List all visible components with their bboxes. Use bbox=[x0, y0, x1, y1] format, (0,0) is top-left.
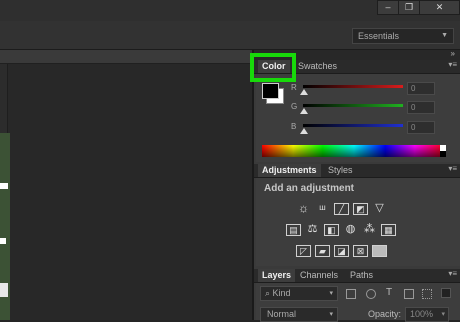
opacity-label: Opacity: bbox=[368, 309, 402, 319]
document-tab-bar[interactable] bbox=[0, 50, 252, 64]
invert-icon[interactable]: ◸ bbox=[296, 245, 311, 257]
color-lookup-icon[interactable]: ▦ bbox=[381, 224, 396, 236]
dropdown-arrow-icon: ▾ bbox=[329, 290, 333, 297]
curves-icon[interactable]: ╱ bbox=[334, 203, 349, 215]
highlight-box bbox=[250, 53, 296, 82]
black-white-ramp[interactable] bbox=[440, 145, 446, 157]
tab-swatches[interactable]: Swatches bbox=[294, 60, 341, 73]
maximize-button[interactable]: ❐ bbox=[398, 0, 420, 15]
collapse-panels-icon[interactable]: » bbox=[451, 49, 455, 58]
search-icon: ⌕ bbox=[265, 288, 273, 298]
photo-filter-icon[interactable]: ◍ bbox=[343, 224, 358, 236]
hue-saturation-icon[interactable]: ▤ bbox=[286, 224, 301, 236]
threshold-icon[interactable]: ◪ bbox=[334, 245, 349, 257]
dropdown-arrow-icon: ▾ bbox=[329, 311, 333, 318]
color-balance-icon[interactable]: ⚖ bbox=[305, 224, 320, 236]
filter-adjustment-icon[interactable] bbox=[366, 289, 376, 299]
adjustments-panel-tabs: Adjustments Styles ▾≡ bbox=[254, 164, 460, 178]
minimize-button[interactable]: – bbox=[377, 0, 399, 15]
blue-value-input[interactable]: 0 bbox=[407, 121, 435, 134]
green-slider-track[interactable] bbox=[303, 104, 403, 107]
green-value-input[interactable]: 0 bbox=[407, 101, 435, 114]
adjustments-heading: Add an adjustment bbox=[264, 183, 355, 194]
exposure-icon[interactable]: ◩ bbox=[353, 203, 368, 215]
image-detail bbox=[0, 238, 6, 244]
spectrum-shade bbox=[262, 145, 446, 157]
levels-icon[interactable]: ш bbox=[315, 203, 330, 215]
workspace-select[interactable]: Essentials ▼ bbox=[352, 28, 454, 44]
blue-label: B bbox=[291, 122, 297, 131]
filter-smart-object-icon[interactable] bbox=[422, 289, 432, 299]
close-button[interactable]: ✕ bbox=[419, 0, 460, 15]
blend-mode-label: Normal bbox=[267, 309, 297, 319]
selective-color-icon[interactable]: ⊠ bbox=[353, 245, 368, 257]
posterize-icon[interactable]: ▰ bbox=[315, 245, 330, 257]
gradient-map-icon[interactable] bbox=[372, 245, 387, 257]
blue-slider-track[interactable] bbox=[303, 124, 403, 127]
canvas-area[interactable] bbox=[0, 64, 252, 320]
minimize-icon: – bbox=[385, 2, 391, 12]
filter-pixel-icon[interactable] bbox=[346, 289, 356, 299]
blue-slider-thumb[interactable] bbox=[300, 128, 308, 134]
red-label: R bbox=[291, 83, 297, 92]
panel-menu-icon[interactable]: ▾≡ bbox=[448, 60, 457, 69]
maximize-icon: ❐ bbox=[404, 2, 414, 12]
image-detail bbox=[0, 283, 8, 297]
filter-type-icon[interactable]: T bbox=[386, 287, 392, 298]
close-icon: ✕ bbox=[435, 2, 444, 12]
tab-layers[interactable]: Layers bbox=[258, 269, 296, 282]
filter-kind-label: Kind bbox=[272, 288, 291, 298]
layers-panel-tabs: Layers Channels Paths ▾≡ bbox=[254, 269, 460, 283]
dropdown-arrow-icon: ▾ bbox=[441, 311, 445, 318]
color-spectrum-ramp[interactable] bbox=[262, 145, 446, 157]
red-value-input[interactable]: 0 bbox=[407, 82, 435, 95]
filter-shape-icon[interactable] bbox=[404, 289, 414, 299]
foreground-color-swatch[interactable] bbox=[262, 83, 279, 99]
channel-mixer-icon[interactable]: ⁂ bbox=[362, 224, 377, 236]
opacity-value: 100% bbox=[410, 309, 434, 319]
green-slider-thumb[interactable] bbox=[300, 108, 308, 114]
green-label: G bbox=[291, 102, 298, 111]
dropdown-arrow-icon: ▼ bbox=[441, 32, 448, 39]
panel-menu-icon[interactable]: ▾≡ bbox=[448, 269, 457, 278]
image-detail bbox=[0, 183, 8, 189]
tab-channels[interactable]: Channels bbox=[296, 269, 342, 282]
panel-menu-icon[interactable]: ▾≡ bbox=[448, 164, 457, 173]
document-image[interactable] bbox=[0, 133, 10, 320]
tab-styles[interactable]: Styles bbox=[324, 164, 357, 177]
brightness-icon[interactable]: ☼ bbox=[296, 202, 311, 215]
red-slider-track[interactable] bbox=[303, 85, 403, 88]
black-white-icon[interactable]: ◧ bbox=[324, 224, 339, 236]
tab-adjustments[interactable]: Adjustments bbox=[258, 164, 321, 177]
vibrance-icon[interactable]: ▽ bbox=[372, 203, 387, 215]
tab-paths[interactable]: Paths bbox=[346, 269, 377, 282]
workspace-label: Essentials bbox=[358, 31, 400, 41]
red-slider-thumb[interactable] bbox=[300, 89, 308, 95]
filter-toggle[interactable] bbox=[441, 288, 451, 298]
layer-filter-select[interactable]: ⌕ Kind ▾ bbox=[260, 286, 338, 301]
